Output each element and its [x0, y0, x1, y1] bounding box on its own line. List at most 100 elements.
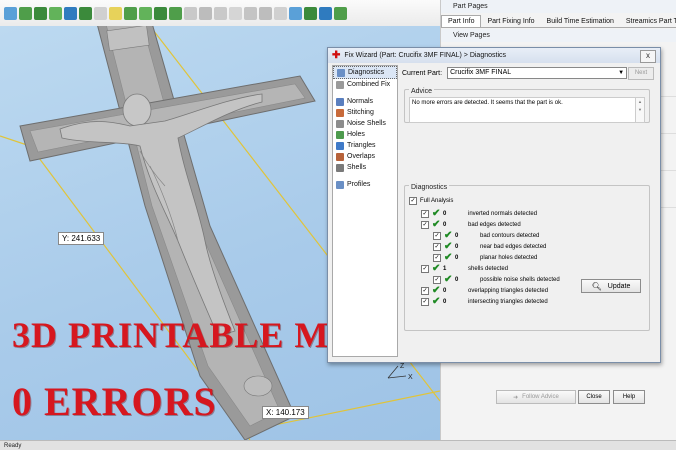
row-count: 0 — [443, 288, 447, 294]
part-pages-label: Part Pages — [453, 3, 488, 10]
nav-holes[interactable]: Holes — [333, 129, 397, 140]
nav-label: Normals — [347, 98, 374, 105]
wireframe-icon[interactable] — [244, 6, 257, 20]
holes-icon — [336, 130, 344, 139]
diag-row: ✓ ✔ 0 near bad edges detected — [433, 242, 546, 252]
cylinder-icon[interactable] — [169, 6, 182, 20]
nav-noise-shells[interactable]: Noise Shells — [333, 118, 397, 129]
nav-diagnostics[interactable]: Diagnostics — [333, 66, 397, 79]
dialog-title: Fix Wizard (Part: Crucifix 3MF FINAL) > … — [344, 52, 507, 59]
row-checkbox[interactable]: ✓ — [421, 210, 429, 218]
nav-triangles[interactable]: Triangles — [333, 140, 397, 151]
diag-row: ✓ ✔ 0 bad contours detected — [433, 231, 539, 241]
triangles-icon — [336, 141, 344, 150]
follow-advice-button[interactable]: ➜ Follow Advice — [496, 390, 576, 404]
row-checkbox[interactable]: ✓ — [421, 298, 429, 306]
row-count: 0 — [443, 299, 447, 305]
surface-icon[interactable] — [259, 6, 272, 20]
triangle-icon[interactable] — [124, 6, 137, 20]
fix-wizard-icon: ✚ — [332, 49, 341, 61]
diag-row: ✓ ✔ 1 shells detected — [421, 264, 508, 274]
cube-icon[interactable] — [139, 6, 152, 20]
current-part-value: Crucifix 3MF FINAL — [450, 69, 512, 76]
row-count: 0 — [455, 255, 459, 261]
diag-row: ✓ ✔ 0 inverted normals detected — [421, 209, 537, 219]
nav-stitching[interactable]: Stitching — [333, 107, 397, 118]
close-icon[interactable]: x — [640, 50, 656, 63]
axis-x-label: X — [408, 374, 413, 381]
fill-icon[interactable] — [334, 6, 347, 20]
row-count: 0 — [455, 244, 459, 250]
check-icon: ✔ — [444, 274, 453, 285]
help-button[interactable]: Help — [613, 390, 645, 404]
view-icon[interactable] — [289, 6, 302, 20]
diagnostics-list: ✓ Full Analysis ✓ ✔ 0 inverted normals d… — [407, 194, 645, 326]
row-checkbox[interactable]: ✓ — [433, 232, 441, 240]
line-icon[interactable] — [319, 6, 332, 20]
measure-icon[interactable] — [94, 6, 107, 20]
check-icon: ✔ — [432, 296, 441, 307]
tab-part-info[interactable]: Part Info — [441, 15, 482, 27]
row-checkbox[interactable]: ✓ — [433, 276, 441, 284]
check-icon: ✔ — [432, 285, 441, 296]
cut-icon[interactable] — [64, 6, 77, 20]
move-icon[interactable] — [4, 6, 17, 20]
magnifier-icon: 🔍︎ — [591, 281, 602, 291]
view-pages-label: View Pages — [453, 32, 490, 39]
overlaps-icon — [336, 152, 344, 161]
shell-icon[interactable] — [274, 6, 287, 20]
next-button[interactable]: Next — [628, 67, 654, 80]
wizard-main-pane: Current Part: Crucifix 3MF FINAL ▼ Next … — [400, 65, 656, 340]
cone-icon[interactable] — [184, 6, 197, 20]
normals-icon — [336, 97, 344, 106]
text-icon[interactable] — [229, 6, 242, 20]
overlay-subline: 0 ERRORS — [12, 379, 217, 424]
nav-label: Stitching — [347, 109, 374, 116]
arrow-icon[interactable] — [304, 6, 317, 20]
torus-icon[interactable] — [214, 6, 227, 20]
select-icon[interactable] — [109, 6, 122, 20]
view-pages-header[interactable]: View Pages — [441, 29, 676, 42]
update-button[interactable]: 🔍︎ Update — [581, 279, 641, 293]
advice-group: Advice No more errors are detected. It s… — [404, 88, 650, 123]
box-icon[interactable] — [154, 6, 167, 20]
nav-shells[interactable]: Shells — [333, 162, 397, 173]
row-checkbox[interactable]: ✓ — [421, 287, 429, 295]
dialog-title-bar[interactable]: ✚ Fix Wizard (Part: Crucifix 3MF FINAL) … — [328, 48, 660, 63]
sphere-icon[interactable] — [199, 6, 212, 20]
current-part-select[interactable]: Crucifix 3MF FINAL ▼ — [447, 67, 628, 79]
check-icon: ✔ — [432, 263, 441, 274]
check-icon: ✔ — [444, 230, 453, 241]
row-count: 0 — [455, 277, 459, 283]
mirror-icon[interactable] — [49, 6, 62, 20]
part-pages-header[interactable]: Part Pages — [441, 0, 676, 13]
nav-combined-fix[interactable]: Combined Fix — [333, 79, 397, 90]
scale-icon[interactable] — [34, 6, 47, 20]
row-checkbox[interactable]: ✓ — [433, 254, 441, 262]
chevron-down-icon: ▼ — [618, 70, 625, 76]
main-toolbar — [0, 0, 444, 27]
fix-wizard-dialog: ✚ Fix Wizard (Part: Crucifix 3MF FINAL) … — [327, 47, 661, 404]
row-count: 1 — [443, 266, 447, 272]
nav-normals[interactable]: Normals — [333, 96, 397, 107]
app-window: Z X Y: 241.633 X: 140.173 3D PRINTABLE M… — [0, 0, 676, 450]
full-analysis-row: ✓ Full Analysis — [409, 196, 453, 206]
rotate-icon[interactable] — [19, 6, 32, 20]
advice-scrollbar[interactable]: ▲ ▼ — [635, 97, 645, 123]
tab-part-fixing-info[interactable]: Part Fixing Info — [481, 16, 540, 27]
update-label: Update — [607, 282, 631, 290]
diag-row: ✓ ✔ 0 intersecting triangles detected — [421, 297, 548, 307]
row-checkbox[interactable]: ✓ — [421, 221, 429, 229]
row-label: bad contours detected — [480, 233, 540, 239]
row-checkbox[interactable]: ✓ — [421, 265, 429, 273]
tab-streamics-part[interactable]: Streamics Part Ta — [620, 16, 676, 27]
nav-overlaps[interactable]: Overlaps — [333, 151, 397, 162]
full-analysis-checkbox[interactable]: ✓ — [409, 197, 417, 205]
row-checkbox[interactable]: ✓ — [433, 243, 441, 251]
tab-build-time-estimation[interactable]: Build Time Estimation — [541, 16, 620, 27]
shape-icon[interactable] — [79, 6, 92, 20]
close-button[interactable]: Close — [578, 390, 610, 404]
nav-profiles[interactable]: Profiles — [333, 179, 397, 190]
status-text: Ready — [4, 443, 22, 449]
noise-shells-icon — [336, 119, 344, 128]
